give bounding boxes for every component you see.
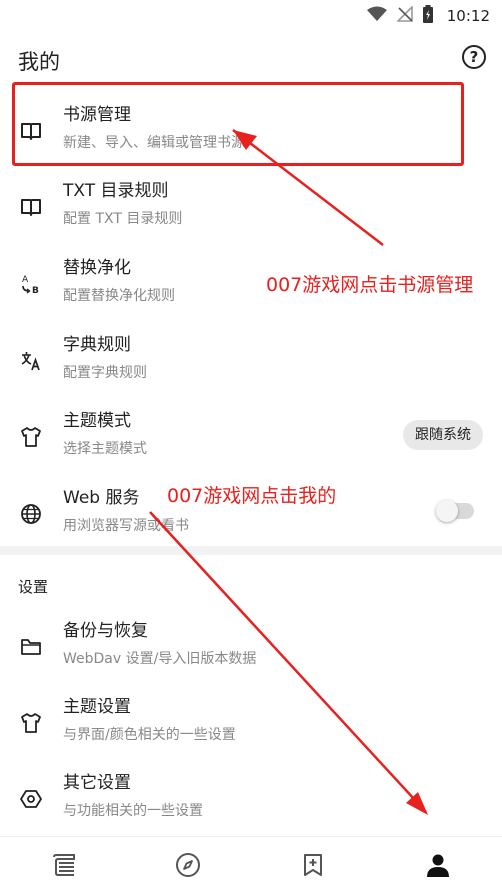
annotation-arrows bbox=[149, 129, 428, 815]
annotation-book-source: 007游戏网点击书源管理 bbox=[266, 274, 474, 296]
explore-compass-icon[interactable] bbox=[174, 851, 202, 879]
rss-bookmark-icon[interactable] bbox=[299, 851, 327, 879]
annotation-mine: 007游戏网点击我的 bbox=[167, 485, 337, 507]
bookshelf-icon[interactable] bbox=[50, 851, 78, 879]
bottom-nav bbox=[0, 836, 502, 892]
person-icon[interactable] bbox=[424, 851, 452, 879]
